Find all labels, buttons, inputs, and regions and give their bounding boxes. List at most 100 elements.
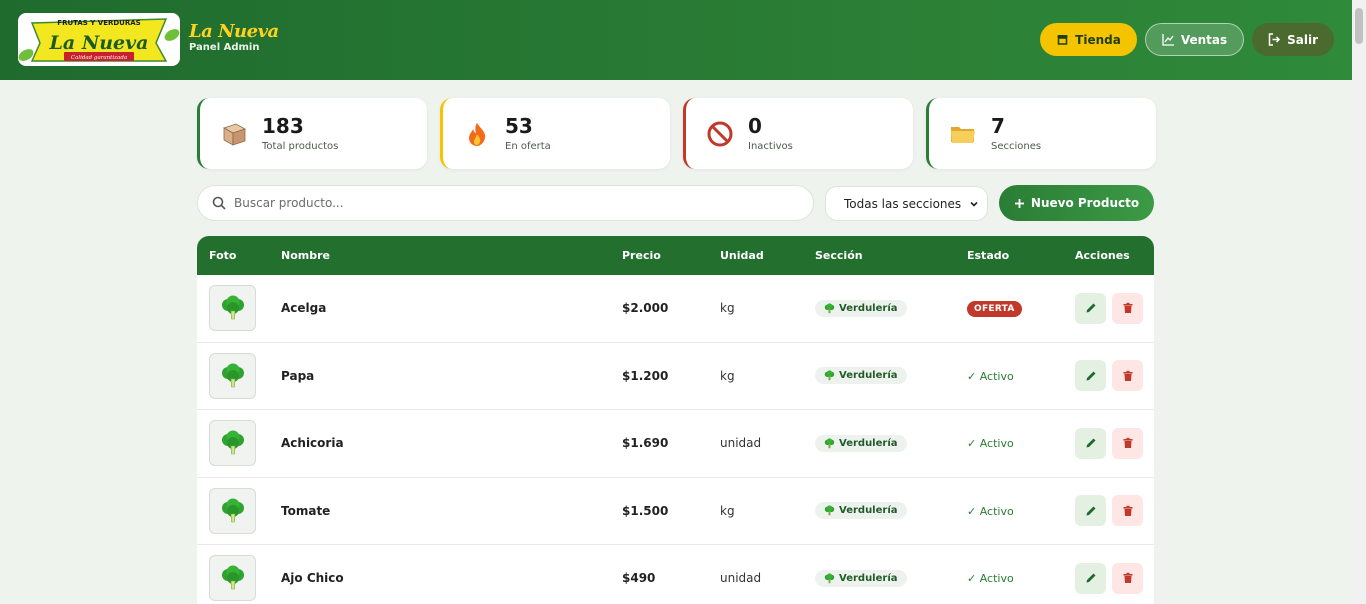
product-unit: unidad [720,571,762,586]
oferta-badge: OFERTA [967,300,1022,317]
product-photo [209,487,256,534]
table-body: Acelga $2.000 kg Verdulería OFERTA Papa … [197,275,1154,604]
box-icon [220,120,248,148]
stat-label: En oferta [505,140,551,152]
table-row[interactable]: Ajo Chico $490 unidad Verdulería ✓ Activ… [197,545,1154,604]
table-row[interactable]: Tomate $1.500 kg Verdulería ✓ Activo [197,478,1154,545]
product-photo [209,420,256,467]
section-badge: Verdulería [815,299,907,317]
broccoli-icon [824,573,835,583]
logo-image: FRUTAS Y VERDURAS La Nueva Calidad garan… [18,18,180,62]
stat-value: 0 [748,113,762,138]
delete-button[interactable] [1112,495,1143,527]
product-name: Acelga [281,301,327,316]
product-unit: kg [720,503,735,518]
pencil-icon [1086,438,1095,448]
section-badge: Verdulería [815,502,907,520]
trash-icon [1123,505,1132,516]
delete-button[interactable] [1112,292,1143,324]
stat-label: Total productos [262,140,339,152]
store-icon [1057,35,1068,45]
brand: La Nueva Panel Admin [189,22,279,54]
logo-ribbon-text: Calidad garantizada [71,55,127,61]
fire-icon [463,120,491,148]
broccoli-icon [824,438,835,448]
status-text: ✓ Activo [967,572,1014,586]
product-name: Papa [281,368,315,383]
tienda-button[interactable]: Tienda [1040,23,1137,56]
stat-label: Inactivos [748,140,793,152]
status-text: ✓ Activo [967,369,1014,383]
status-cell: OFERTA [967,300,1075,317]
logo-top-text: FRUTAS Y VERDURAS [57,19,140,27]
product-photo [209,555,256,602]
section-badge-label: Verdulería [839,437,898,449]
product-name: Tomate [281,503,331,518]
section-select-value: Todas las secciones [844,196,962,211]
broccoli-icon [824,303,835,313]
stats-row: 183 Total productos 53 En oferta 0 Inactivo… [197,98,1156,169]
trash-icon [1123,303,1132,314]
broccoli-icon [221,430,244,455]
stat-value: 7 [991,113,1005,138]
folder-icon [949,120,977,148]
edit-button[interactable] [1075,292,1106,324]
column-header-foto[interactable]: Foto [197,249,281,262]
column-header-acciones: Acciones [1075,249,1130,262]
pencil-icon [1086,371,1095,381]
product-photo [209,352,256,399]
status-text: ✓ Activo [967,504,1014,518]
column-header-precio[interactable]: Precio [622,249,720,262]
column-header-seccion[interactable]: Sección [815,249,967,262]
product-unit: unidad [720,436,762,451]
salir-button[interactable]: Salir [1252,23,1334,56]
broccoli-icon [221,295,244,320]
product-price: $2.000 [622,301,669,316]
search-input[interactable] [234,196,794,210]
stat-card-oferta: 53 En oferta [440,98,670,169]
stat-card-secciones: 7 Secciones [926,98,1156,169]
column-header-estado[interactable]: Estado [967,249,1075,262]
column-header-nombre[interactable]: Nombre [281,249,622,262]
plus-icon [1014,198,1024,208]
chevron-down-icon [970,201,978,207]
product-photo [209,285,256,332]
delete-button[interactable] [1112,562,1143,594]
section-badge-label: Verdulería [839,302,898,314]
stat-value: 53 [505,113,533,138]
column-header-unidad[interactable]: Unidad [720,249,815,262]
table-row[interactable]: Achicoria $1.690 unidad Verdulería ✓ Act… [197,410,1154,478]
logout-icon [1268,33,1281,46]
brand-subtitle: Panel Admin [189,42,260,53]
product-unit: kg [720,368,735,383]
products-table: Foto Nombre Precio Unidad Sección Estado… [197,236,1154,604]
status-cell: ✓ Activo [967,571,1075,585]
delete-button[interactable] [1112,427,1143,459]
status-cell: ✓ Activo [967,504,1075,518]
edit-button[interactable] [1075,427,1106,459]
section-select[interactable]: Todas las secciones [825,186,988,221]
table-row[interactable]: Acelga $2.000 kg Verdulería OFERTA [197,275,1154,343]
store-logo[interactable]: FRUTAS Y VERDURAS La Nueva Calidad garan… [18,13,180,66]
new-product-button[interactable]: Nuevo Producto [999,185,1154,221]
stat-value: 183 [262,113,304,138]
section-badge: Verdulería [815,367,907,385]
page-scrollbar[interactable] [1352,0,1366,604]
edit-button[interactable] [1075,562,1106,594]
new-product-label: Nuevo Producto [1030,196,1140,210]
trash-icon [1123,573,1132,584]
logo-script-text: La Nueva [49,32,149,54]
edit-button[interactable] [1075,495,1106,527]
top-bar: FRUTAS Y VERDURAS La Nueva Calidad garan… [0,0,1352,80]
pencil-icon [1086,506,1095,516]
edit-button[interactable] [1075,360,1106,392]
delete-button[interactable] [1112,360,1143,392]
section-badge-label: Verdulería [839,505,898,517]
scrollbar-thumb[interactable] [1355,8,1363,44]
status-text: ✓ Activo [967,437,1014,451]
ventas-button[interactable]: Ventas [1144,23,1245,56]
product-price: $1.200 [622,368,669,383]
section-badge-label: Verdulería [839,370,898,382]
table-row[interactable]: Papa $1.200 kg Verdulería ✓ Activo [197,343,1154,410]
product-price: $490 [622,571,656,586]
